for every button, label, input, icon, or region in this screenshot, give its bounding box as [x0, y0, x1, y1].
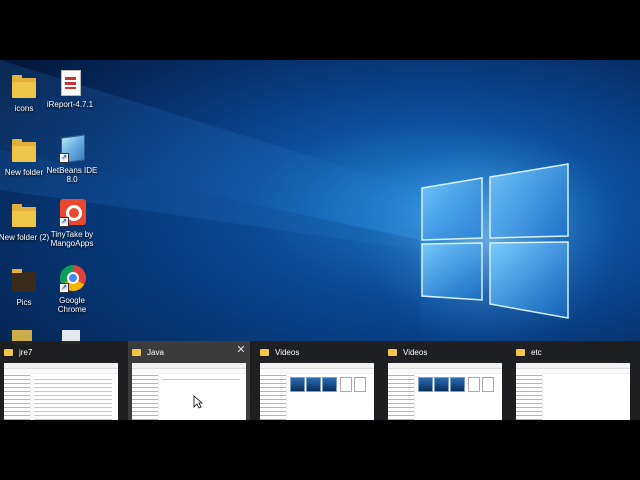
close-icon[interactable]: ✕ [234, 343, 248, 357]
desktop-icon-chrome[interactable]: ↗ Google Chrome [44, 264, 100, 314]
window-preview [388, 363, 502, 420]
mouse-cursor [193, 395, 203, 409]
folder-icon [10, 72, 38, 102]
folder-icon [516, 348, 525, 356]
window-title: Java [147, 347, 164, 357]
folder-icon [10, 136, 38, 166]
window-title: Videos [403, 347, 428, 357]
switcher-window-java[interactable]: Java ✕ [128, 341, 250, 420]
folder-icon [260, 348, 269, 356]
folder-icon [388, 348, 397, 356]
document-icon [56, 68, 84, 98]
desktop-icon-label: iReport-4.7.1 [46, 100, 94, 109]
netbeans-icon: ↗ [58, 134, 86, 164]
desktop-icon-netbeans[interactable]: ↗ NetBeans IDE 8.0 [44, 134, 100, 184]
chrome-icon: ↗ [58, 264, 86, 294]
window-preview [132, 363, 246, 420]
desktop-icon-label: Google Chrome [57, 296, 87, 314]
desktop-icon-label: NetBeans IDE 8.0 [46, 166, 98, 184]
window-title: jre7 [19, 347, 33, 357]
window-preview [260, 363, 374, 420]
desktop-icon-label: TinyTake by MangoApps [50, 230, 94, 248]
folder-icon [10, 266, 38, 296]
switcher-window-jre7[interactable]: jre7 [0, 341, 122, 420]
switcher-window-videos[interactable]: Videos [256, 341, 378, 420]
folder-icon [132, 348, 141, 356]
window-preview [516, 363, 630, 420]
folder-icon [10, 201, 38, 231]
window-title: Videos [275, 347, 300, 357]
switcher-window-etc[interactable]: etc [512, 341, 634, 420]
task-switcher: jre7 Java ✕ Videos Videos etc [0, 341, 640, 420]
window-title: etc [531, 347, 542, 357]
desktop-icon-ireport[interactable]: iReport-4.7.1 [42, 68, 98, 109]
switcher-window-videos-2[interactable]: Videos [384, 341, 506, 420]
window-preview [4, 363, 118, 420]
folder-icon [4, 348, 13, 356]
tinytake-icon: ↗ [58, 198, 86, 228]
desktop-icon-tinytake[interactable]: ↗ TinyTake by MangoApps [44, 198, 100, 248]
